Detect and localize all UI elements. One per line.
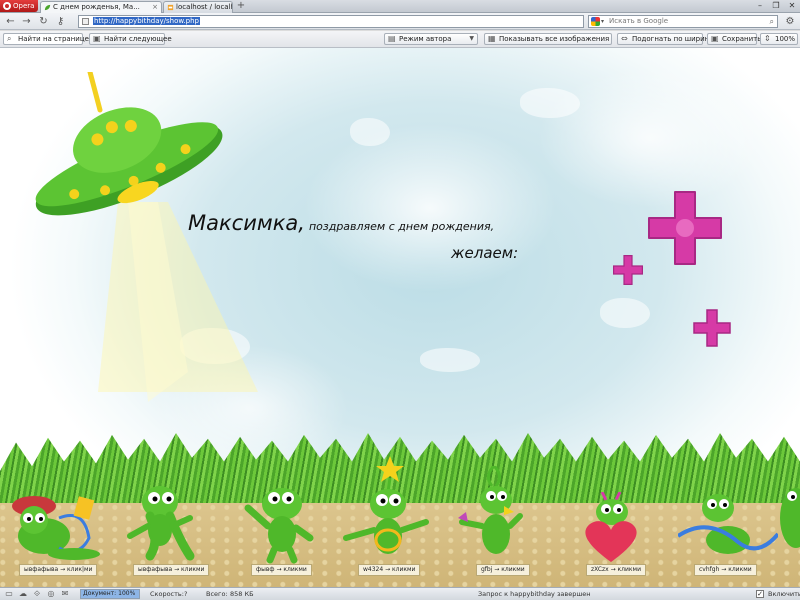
page-leaf-icon xyxy=(44,4,51,11)
gear-icon[interactable]: ⚙ xyxy=(783,15,797,28)
clay-highlight xyxy=(420,348,480,372)
mail-icon[interactable]: ✉ xyxy=(60,589,70,599)
back-icon[interactable]: ← xyxy=(4,15,17,28)
alien-4-image[interactable] xyxy=(340,456,430,564)
author-mode-label: Режим автора xyxy=(399,35,452,43)
document-progress: Документ: 100% xyxy=(80,589,140,599)
clay-highlight xyxy=(600,298,650,328)
clay-highlight xyxy=(520,88,580,118)
panel-toggle-icon[interactable]: ▭ xyxy=(4,589,14,599)
birthday-name: Максимка, xyxy=(188,211,305,235)
close-tab-icon[interactable]: × xyxy=(152,2,158,13)
clay-highlight xyxy=(350,118,390,146)
fit-width-button[interactable]: ⇔ Подогнать по ширине xyxy=(617,33,714,45)
find-on-page-label: Найти на странице xyxy=(18,35,89,43)
show-all-images-label: Показывать все изображения xyxy=(499,35,610,43)
fit-width-icon: ⇔ xyxy=(621,34,628,43)
find-toolbar: ⌕ Найти на странице ▣ Найти следующее ▤ … xyxy=(0,31,800,48)
author-mode-icon: ▤ xyxy=(388,34,396,43)
alien-3-image[interactable] xyxy=(238,476,318,564)
chevron-down-icon: ▼ xyxy=(469,35,474,42)
find-next-button[interactable]: ▣ Найти следующее xyxy=(89,33,172,45)
tab-birthday[interactable]: С днем рожденья, Ма... × xyxy=(40,1,162,13)
enable-checkbox[interactable]: ✓ xyxy=(756,590,764,598)
minimize-icon[interactable]: – xyxy=(752,0,768,12)
opera-logo-icon xyxy=(3,2,11,10)
find-on-page-field[interactable]: ⌕ Найти на странице xyxy=(3,33,89,45)
magenta-cross-large-image xyxy=(648,191,722,265)
document-label: Документ: xyxy=(83,590,117,597)
window-controls: – ❐ ✕ xyxy=(752,0,800,12)
new-tab-button[interactable]: + xyxy=(235,1,247,12)
close-window-icon[interactable]: ✕ xyxy=(784,0,800,12)
address-field[interactable]: http://happybithday/show.php xyxy=(78,15,584,28)
page-content: Максимка, поздравляем с днем рождения, же… xyxy=(0,48,800,587)
magenta-cross-medium-image xyxy=(693,309,731,347)
alien-link-5[interactable]: gfbj → кликми xyxy=(476,564,530,576)
alien-7-image[interactable] xyxy=(678,484,778,564)
zoom-select[interactable]: ⇕ 100% xyxy=(760,33,798,45)
sync-cloud-icon[interactable]: ☁ xyxy=(18,589,28,599)
maximize-icon[interactable]: ❐ xyxy=(768,0,784,12)
search-field[interactable]: ▾ Искать в Google ⌕ xyxy=(588,15,778,28)
phpmyadmin-icon xyxy=(167,4,174,11)
status-bar: ▭ ☁ ⟐ ◎ ✉ Документ: 100% Скорость: ? Все… xyxy=(0,587,800,600)
enable-label: Включить xyxy=(768,590,800,598)
search-icon[interactable]: ⌕ xyxy=(770,16,774,27)
wish-heading: желаем: xyxy=(451,244,519,262)
key-icon[interactable]: ⚷ xyxy=(54,15,67,28)
show-all-images-button[interactable]: ▦ Показывать все изображения xyxy=(484,33,612,45)
find-next-label: Найти следующее xyxy=(104,35,172,43)
tab-localhost[interactable]: localhost / localhost / t... xyxy=(163,1,233,13)
page-icon xyxy=(82,18,89,25)
alien-link-4[interactable]: w4324 → кликми xyxy=(358,564,421,576)
alien-5-image[interactable] xyxy=(450,466,540,564)
google-icon[interactable] xyxy=(591,17,600,26)
magenta-cross-small-image xyxy=(613,255,643,285)
alien-link-2[interactable]: ывфафыва → кликми xyxy=(133,564,210,576)
alien-8-partial-image[interactable] xyxy=(772,478,800,564)
find-next-icon: ▣ xyxy=(93,34,101,43)
fit-width-label: Подогнать по ширине xyxy=(632,35,714,43)
total-value: 858 КБ xyxy=(230,590,254,598)
alien-link-3[interactable]: фывф → кликми xyxy=(251,564,312,576)
alien-6-heart-image[interactable] xyxy=(576,492,646,564)
speed-value: ? xyxy=(184,590,188,598)
author-mode-select[interactable]: ▤ Режим автора ▼ xyxy=(384,33,478,45)
total-label: Всего: xyxy=(206,590,228,598)
status-message: Запрос к happybithday завершен xyxy=(478,590,591,598)
search-placeholder: Искать в Google xyxy=(609,17,669,25)
save-label: Сохранить xyxy=(722,35,762,43)
zoom-value: 100% xyxy=(775,35,796,43)
ufo-image xyxy=(35,72,258,402)
save-button[interactable]: ▣ Сохранить xyxy=(707,33,761,45)
image-icon: ▦ xyxy=(488,34,496,43)
turbo-icon[interactable]: ⟐ xyxy=(32,589,42,599)
alien-1-image[interactable] xyxy=(4,478,104,564)
address-toolbar: ← → ↻ ⚷ http://happybithday/show.php ▾ И… xyxy=(0,13,800,30)
tab-title: С днем рожденья, Ма... xyxy=(53,3,140,11)
opera-menu-label: Opera xyxy=(13,2,35,10)
document-progress-value: 100% xyxy=(118,590,136,597)
alien-link-7[interactable]: cvhfgh → кликми xyxy=(694,564,757,576)
congrats-text: поздравляем с днем рождения, xyxy=(308,220,495,233)
address-url: http://happybithday/show.php xyxy=(93,17,200,25)
search-engine-dropdown-icon[interactable]: ▾ xyxy=(601,16,604,27)
alien-link-1[interactable]: ывфафыва → клик|ми xyxy=(19,564,98,576)
greeting-line: Максимка, поздравляем с днем рождения, xyxy=(188,211,494,235)
zoom-arrows-icon: ⇕ xyxy=(764,34,771,43)
alien-link-6[interactable]: zXCzx → кликми xyxy=(586,564,646,576)
opera-menu-button[interactable]: Opera xyxy=(0,0,38,12)
save-icon: ▣ xyxy=(711,34,719,43)
forward-icon[interactable]: → xyxy=(20,15,33,28)
unite-icon[interactable]: ◎ xyxy=(46,589,56,599)
search-icon: ⌕ xyxy=(7,34,12,43)
tab-bar: Opera С днем рожденья, Ма... × localhost… xyxy=(0,0,800,13)
tab-title: localhost / localhost / t... xyxy=(176,3,232,11)
reload-icon[interactable]: ↻ xyxy=(37,15,50,28)
speed-label: Скорость: xyxy=(150,590,184,598)
alien-2-image[interactable] xyxy=(120,476,200,564)
